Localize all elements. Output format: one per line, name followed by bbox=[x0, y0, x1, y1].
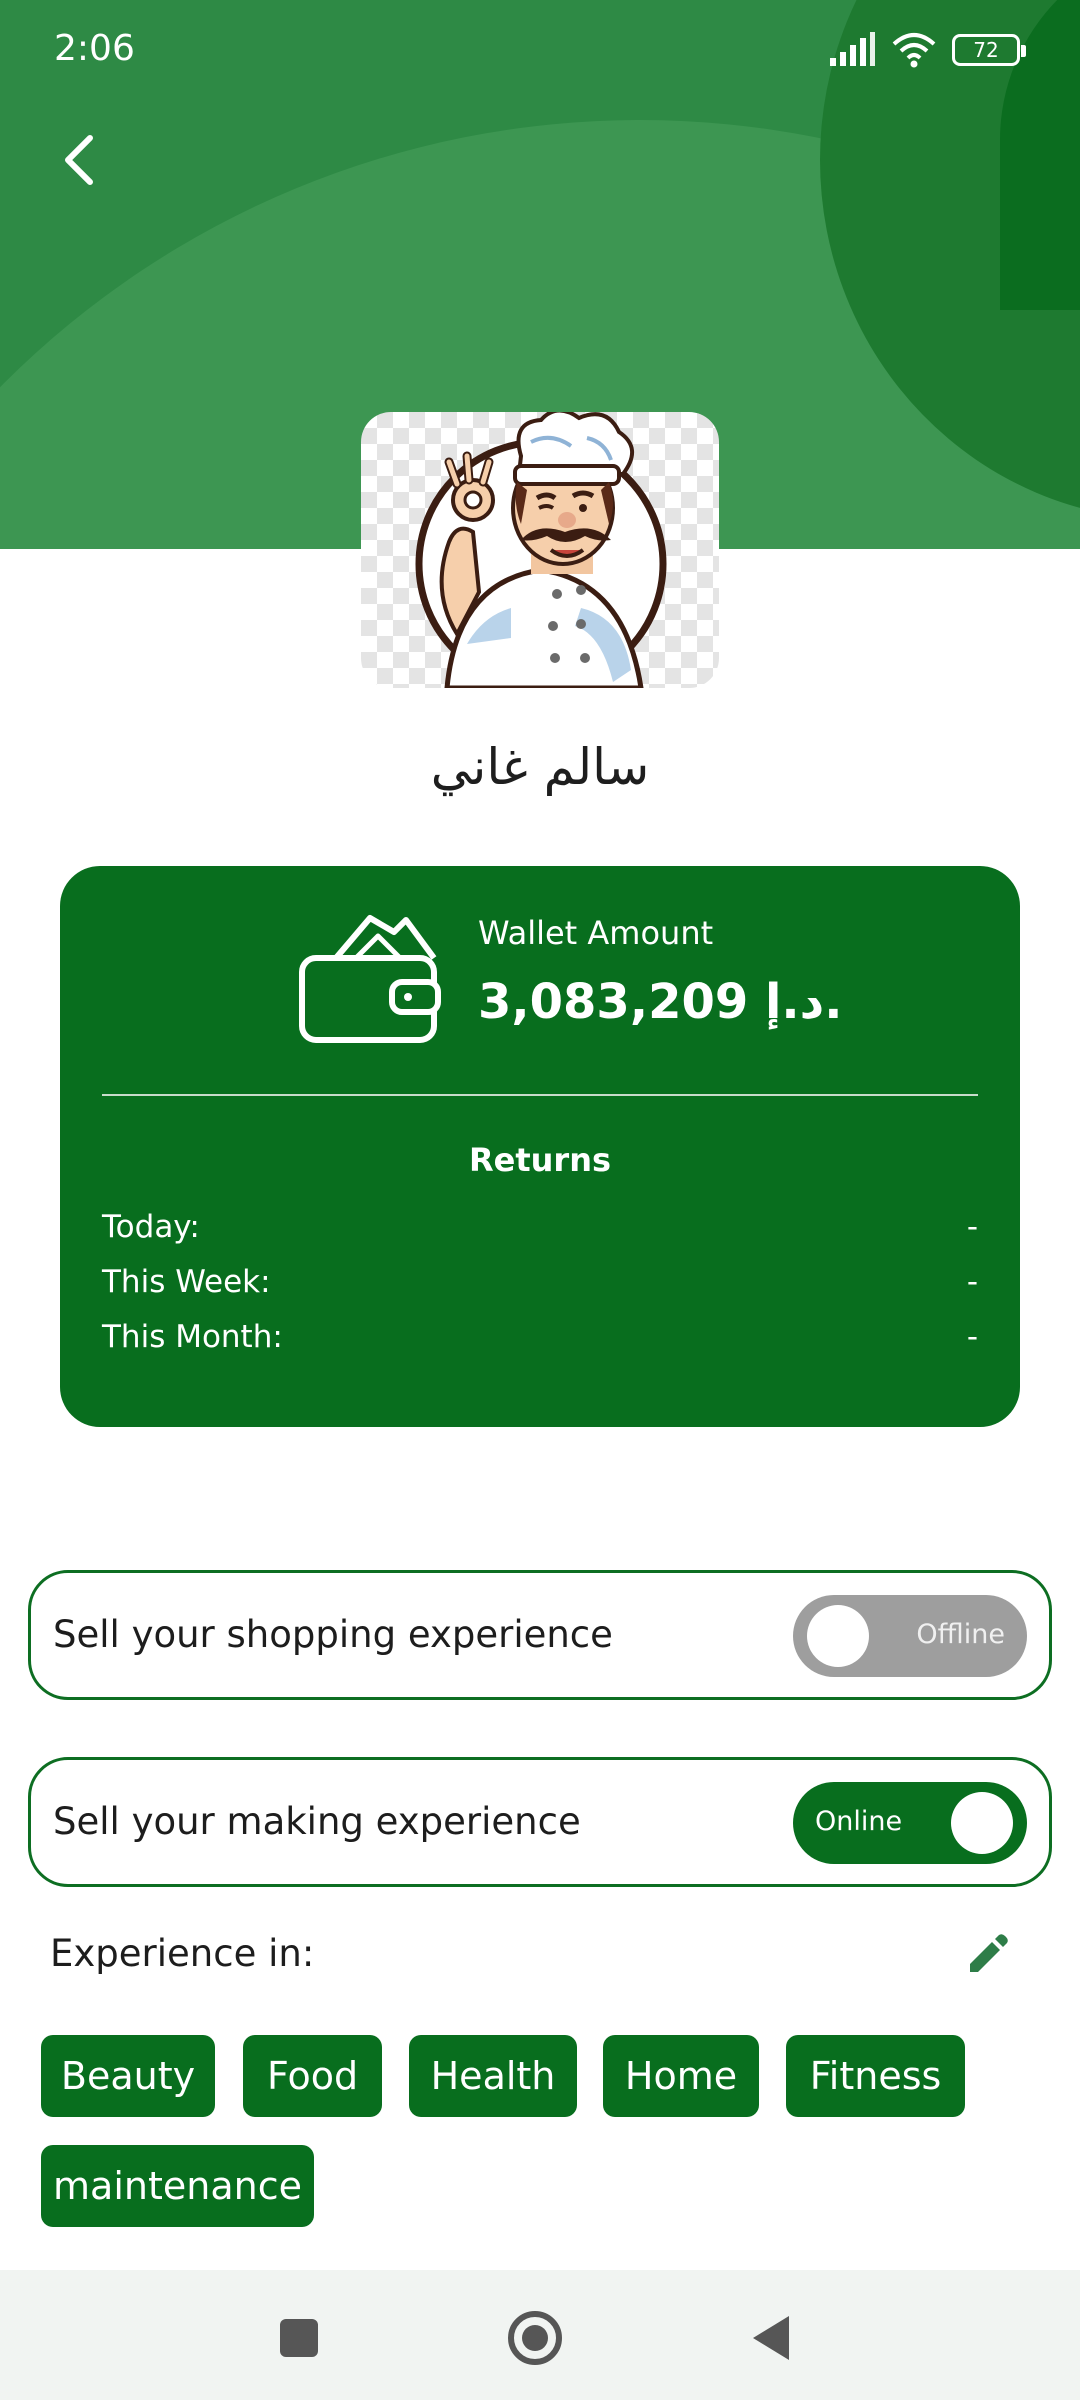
back-nav-button[interactable] bbox=[731, 2298, 811, 2378]
returns-label: Today: bbox=[102, 1209, 200, 1245]
chevron-left-icon bbox=[65, 135, 93, 185]
sell-making-toggle[interactable]: Online bbox=[793, 1782, 1027, 1864]
chef-avatar bbox=[415, 412, 667, 688]
recents-button[interactable] bbox=[259, 2298, 339, 2378]
toggle-knob bbox=[951, 1792, 1013, 1854]
toggle-state-label: Online bbox=[815, 1806, 903, 1837]
square-icon bbox=[280, 2319, 318, 2357]
system-nav-bar bbox=[0, 2270, 1080, 2400]
chip-health[interactable]: Health bbox=[409, 2035, 577, 2117]
battery-level: 72 bbox=[973, 38, 999, 62]
experience-label: Experience in: bbox=[50, 1932, 315, 1975]
edit-experience-button[interactable] bbox=[962, 1930, 1012, 1980]
home-button[interactable] bbox=[495, 2298, 575, 2378]
battery-icon: 72 bbox=[952, 34, 1026, 66]
wallet-label: Wallet Amount bbox=[478, 914, 714, 952]
wifi-icon bbox=[892, 33, 936, 68]
returns-value: - bbox=[966, 1319, 978, 1355]
status-icons: 72 bbox=[828, 30, 1026, 70]
circle-icon bbox=[508, 2311, 562, 2365]
status-time: 2:06 bbox=[54, 28, 135, 69]
returns-row: Today: - bbox=[102, 1209, 978, 1245]
back-button[interactable] bbox=[50, 125, 110, 195]
sell-shopping-label: Sell your shopping experience bbox=[53, 1613, 613, 1656]
chip-maintenance[interactable]: maintenance bbox=[41, 2145, 314, 2227]
sell-making-card: Sell your making experience Online bbox=[28, 1757, 1052, 1887]
triangle-left-icon bbox=[753, 2316, 789, 2360]
sell-shopping-toggle[interactable]: Offline bbox=[793, 1595, 1027, 1677]
status-bar: 2:06 72 bbox=[0, 0, 1080, 100]
chip-fitness[interactable]: Fitness bbox=[786, 2035, 965, 2117]
wallet-icon bbox=[299, 915, 441, 1043]
sell-making-label: Sell your making experience bbox=[53, 1800, 581, 1843]
signal-icon bbox=[830, 32, 875, 66]
returns-value: - bbox=[966, 1209, 978, 1245]
avatar[interactable] bbox=[361, 412, 719, 688]
returns-title: Returns bbox=[468, 1141, 612, 1179]
divider bbox=[102, 1094, 978, 1096]
returns-label: This Month: bbox=[102, 1319, 283, 1355]
returns-row: This Week: - bbox=[102, 1264, 978, 1300]
returns-label: This Week: bbox=[102, 1264, 271, 1300]
toggle-knob bbox=[807, 1605, 869, 1667]
user-name: سالم غاني bbox=[430, 738, 650, 796]
wallet-card: Wallet Amount 3,083,209 د.إ. Returns Tod… bbox=[60, 866, 1020, 1427]
chip-home[interactable]: Home bbox=[603, 2035, 759, 2117]
sell-shopping-card: Sell your shopping experience Offline bbox=[28, 1570, 1052, 1700]
chip-food[interactable]: Food bbox=[243, 2035, 382, 2117]
returns-value: - bbox=[966, 1264, 978, 1300]
chip-beauty[interactable]: Beauty bbox=[41, 2035, 215, 2117]
toggle-state-label: Offline bbox=[916, 1619, 1005, 1650]
returns-row: This Month: - bbox=[102, 1319, 978, 1355]
wallet-amount: 3,083,209 د.إ. bbox=[478, 974, 843, 1030]
pencil-icon bbox=[970, 1934, 1008, 1972]
